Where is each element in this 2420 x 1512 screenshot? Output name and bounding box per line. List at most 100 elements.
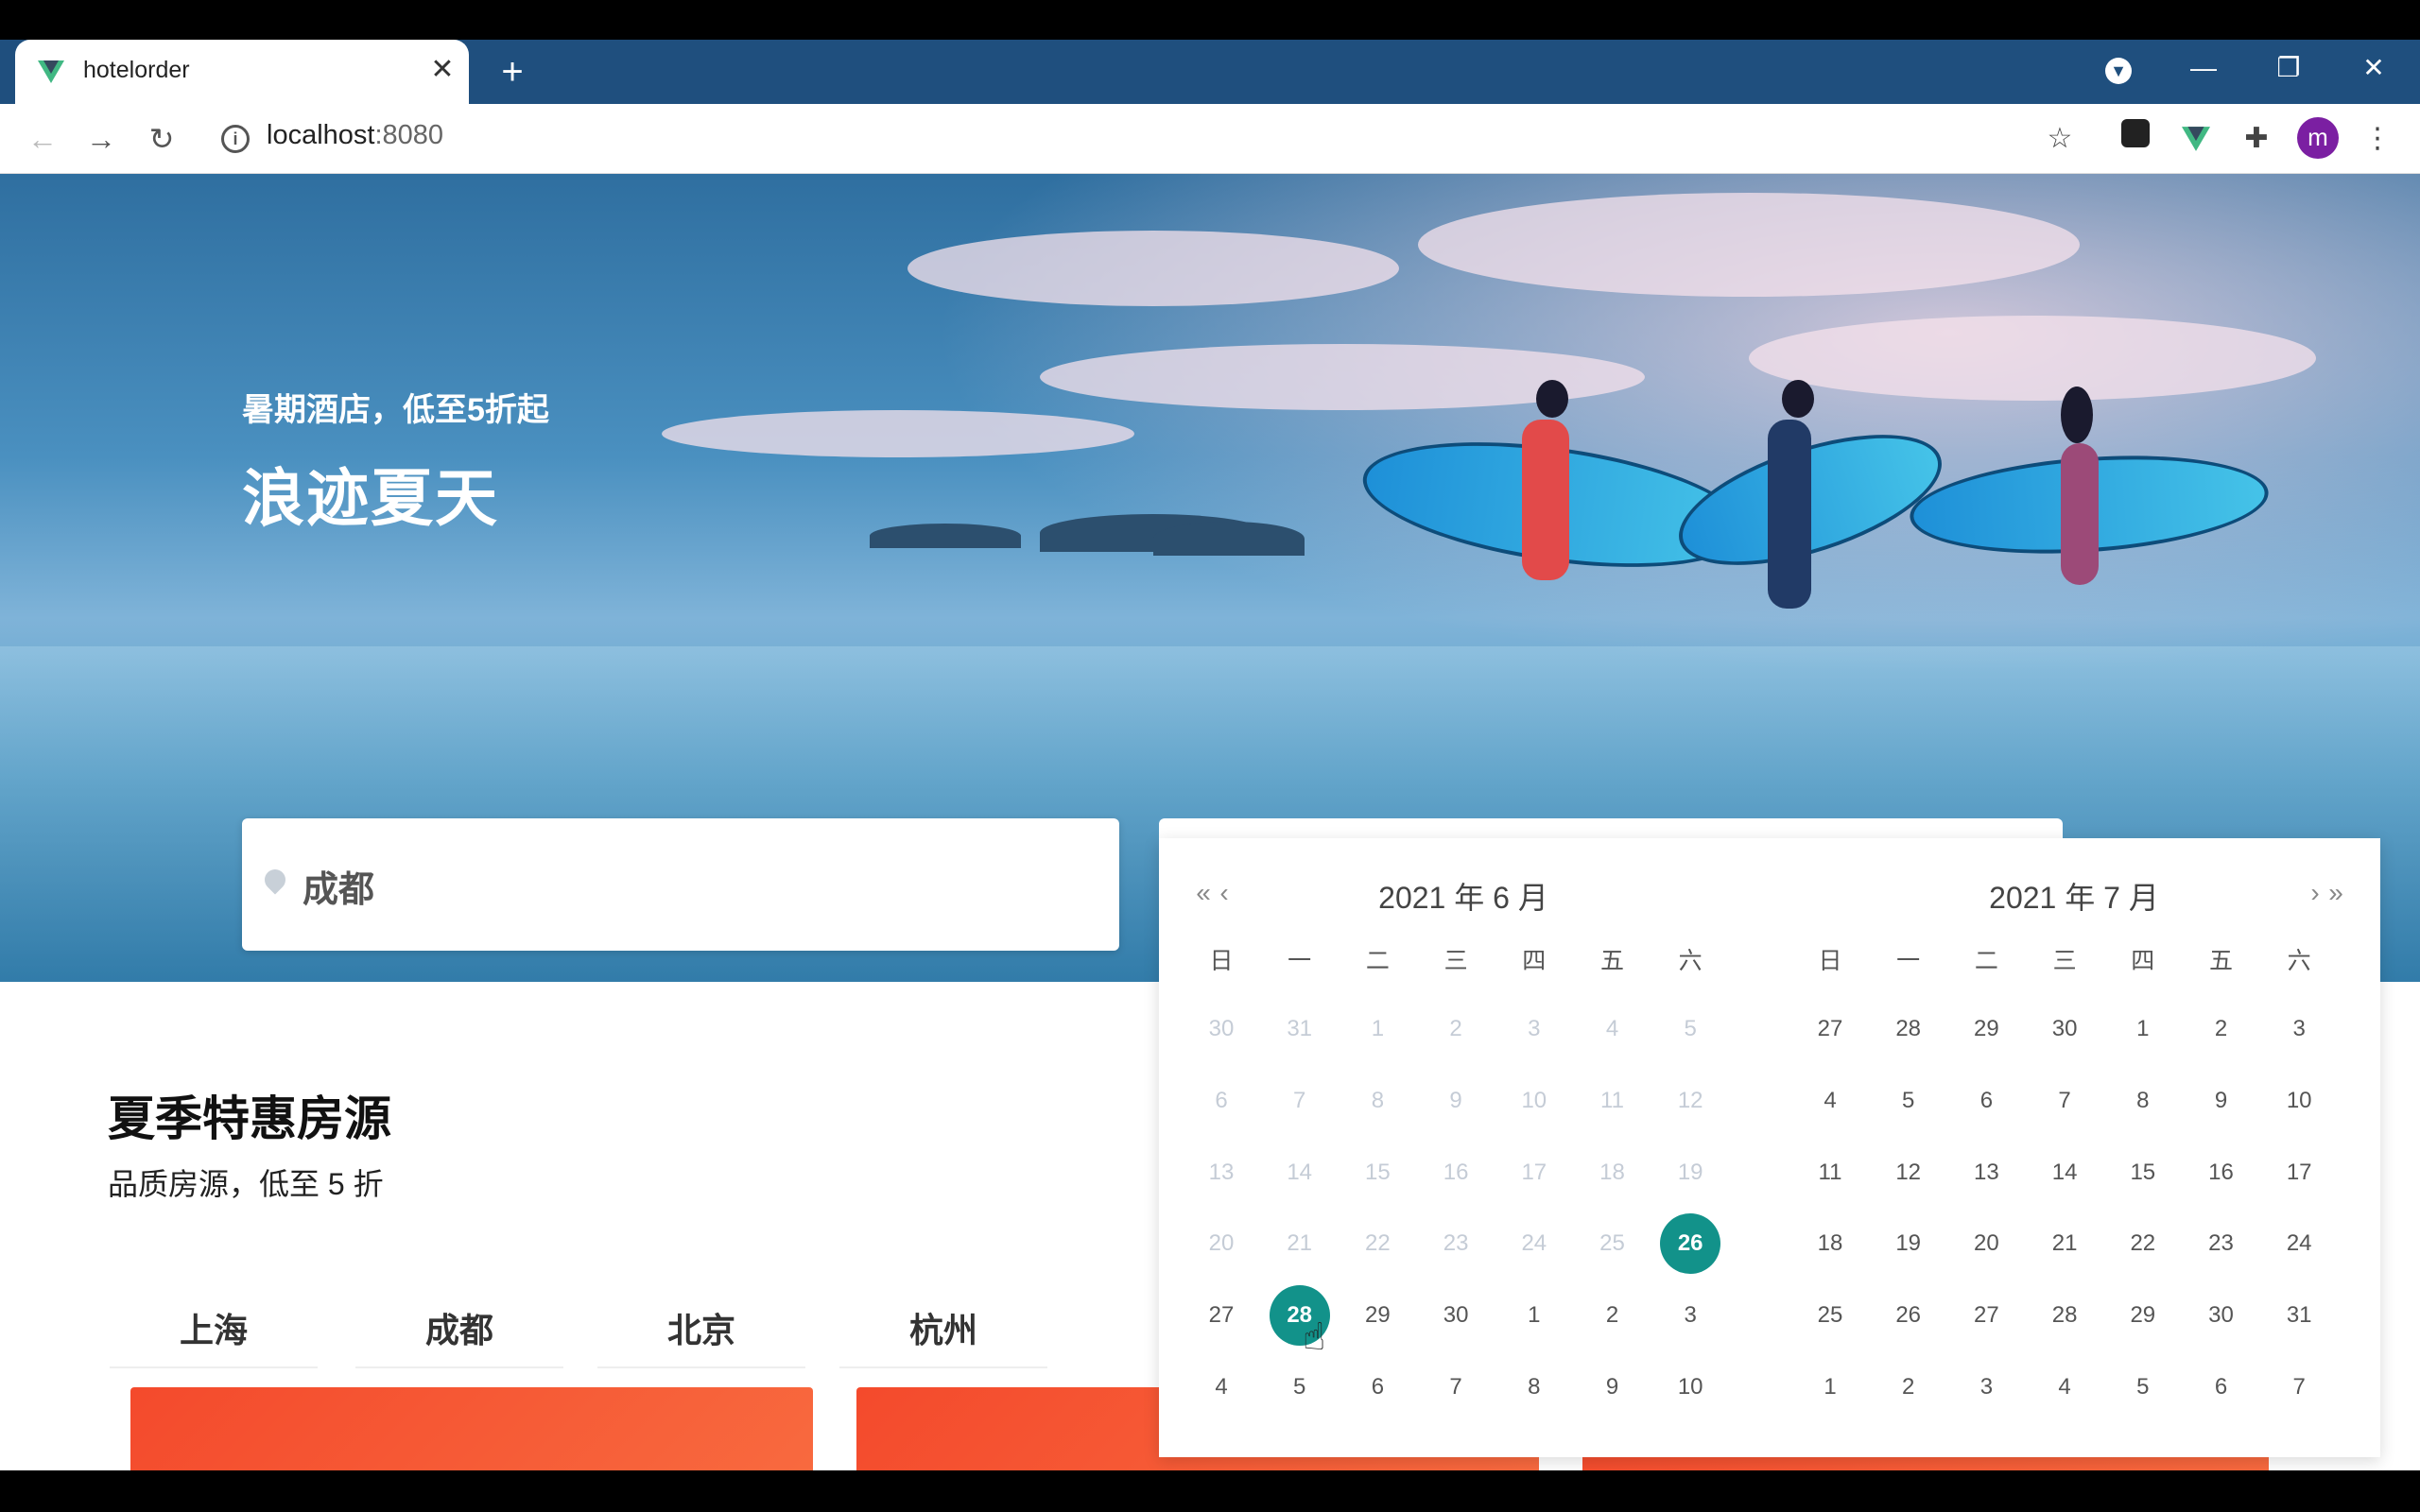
- profile-avatar[interactable]: m: [2297, 117, 2339, 159]
- calendar-day[interactable]: 6: [1347, 1357, 1408, 1418]
- city-tab-shanghai[interactable]: 上海: [110, 1293, 318, 1368]
- back-icon[interactable]: ←: [19, 115, 66, 163]
- url-host: localhost: [267, 120, 375, 150]
- cloud: [1749, 316, 2316, 401]
- calendar-day[interactable]: 17: [2269, 1143, 2329, 1203]
- calendar-day[interactable]: 31: [2269, 1285, 2329, 1346]
- calendar-day[interactable]: 2: [2191, 999, 2252, 1059]
- calendar-day[interactable]: 30: [2034, 999, 2095, 1059]
- weekday-label-june: 日: [1209, 948, 1234, 974]
- calendar-day[interactable]: 4: [1191, 1357, 1252, 1418]
- cloud: [1418, 193, 2080, 297]
- calendar-day[interactable]: 7: [2269, 1357, 2329, 1418]
- calendar-day[interactable]: 6: [2191, 1357, 2252, 1418]
- calendar-day[interactable]: 7: [2034, 1071, 2095, 1131]
- hotel-card[interactable]: [130, 1387, 813, 1470]
- browser-tab[interactable]: hotelorder ✕: [15, 40, 469, 104]
- surfer-head: [1536, 380, 1568, 418]
- calendar-day: 25: [1599, 1230, 1625, 1257]
- calendar-day[interactable]: 4: [1800, 1071, 1860, 1131]
- calendar-day[interactable]: 5: [1270, 1357, 1330, 1418]
- calendar-day[interactable]: 21: [2034, 1213, 2095, 1274]
- calendar-day: 3: [1528, 1016, 1541, 1041]
- site-info-icon[interactable]: i: [221, 125, 250, 153]
- calendar-day[interactable]: 27: [1956, 1285, 2016, 1346]
- calendar-day: 21: [1287, 1230, 1313, 1257]
- reload-icon[interactable]: ↻: [138, 115, 185, 163]
- location-pin-icon: [260, 865, 290, 895]
- calendar-day[interactable]: 27: [1191, 1285, 1252, 1346]
- calendar-day[interactable]: 10: [1660, 1357, 1720, 1418]
- calendar-day[interactable]: 15: [2113, 1143, 2173, 1203]
- calendar-day[interactable]: 25: [1800, 1285, 1860, 1346]
- extension-icon[interactable]: [2114, 117, 2157, 161]
- restore-icon[interactable]: ❐: [2265, 47, 2312, 89]
- calendar-day[interactable]: 27: [1800, 999, 1860, 1059]
- calendar-day[interactable]: 20: [1956, 1213, 2016, 1274]
- calendar-day[interactable]: 24: [2269, 1213, 2329, 1274]
- tab-close-icon[interactable]: ✕: [424, 51, 461, 89]
- calendar-day[interactable]: 29: [1347, 1285, 1408, 1346]
- calendar-day[interactable]: 29: [1956, 999, 2016, 1059]
- tab-search-icon[interactable]: ▼: [2095, 47, 2142, 89]
- calendar-day: 22: [1365, 1230, 1391, 1257]
- calendar-day: 20: [1208, 1230, 1235, 1257]
- calendar-day[interactable]: 5: [2113, 1357, 2173, 1418]
- bookmark-star-icon[interactable]: ☆: [2038, 117, 2082, 161]
- calendar-day[interactable]: 8: [1504, 1357, 1564, 1418]
- calendar-day[interactable]: 30: [1426, 1285, 1486, 1346]
- city-tab-beijing[interactable]: 北京: [597, 1293, 805, 1368]
- calendar-day[interactable]: 1: [1504, 1285, 1564, 1346]
- surfer: [2061, 443, 2099, 585]
- calendar-day: 1: [1371, 1016, 1385, 1041]
- calendar-day[interactable]: 5: [1878, 1071, 1939, 1131]
- calendar-day[interactable]: 4: [2034, 1357, 2095, 1418]
- calendar-day[interactable]: 7: [1426, 1357, 1486, 1418]
- prev-month-icon[interactable]: ‹: [1210, 874, 1238, 912]
- extensions-puzzle-icon[interactable]: ✚: [2235, 117, 2278, 161]
- forward-icon[interactable]: →: [78, 115, 125, 163]
- calendar-day[interactable]: 3: [1956, 1357, 2016, 1418]
- new-tab-button[interactable]: +: [492, 51, 533, 93]
- calendar-day[interactable]: 26: [1878, 1285, 1939, 1346]
- calendar-day[interactable]: 29: [2113, 1285, 2173, 1346]
- calendar-day[interactable]: 16: [2191, 1143, 2252, 1203]
- calendar-day[interactable]: 3: [1660, 1285, 1720, 1346]
- url-field[interactable]: localhost:8080: [267, 120, 443, 151]
- calendar-day[interactable]: 2: [1878, 1357, 1939, 1418]
- calendar-day[interactable]: 19: [1878, 1213, 1939, 1274]
- calendar-day[interactable]: 6: [1956, 1071, 2016, 1131]
- calendar-day[interactable]: 9: [2191, 1071, 2252, 1131]
- menu-kebab-icon[interactable]: ⋮: [2356, 117, 2399, 161]
- calendar-day[interactable]: 1: [2113, 999, 2173, 1059]
- calendar-day[interactable]: 23: [2191, 1213, 2252, 1274]
- window-close-icon[interactable]: ✕: [2350, 47, 2397, 89]
- island: [1153, 522, 1305, 556]
- calendar-day[interactable]: 13: [1956, 1143, 2016, 1203]
- minimize-icon[interactable]: —: [2180, 47, 2227, 89]
- city-tab-hangzhou[interactable]: 杭州: [839, 1293, 1047, 1368]
- calendar-day[interactable]: 11: [1800, 1143, 1860, 1203]
- calendar-day[interactable]: 18: [1800, 1213, 1860, 1274]
- calendar-day[interactable]: 10: [2269, 1071, 2329, 1131]
- weekday-label-june: 四: [1522, 948, 1547, 974]
- calendar-day[interactable]: 3: [2269, 999, 2329, 1059]
- calendar-day: 12: [1677, 1087, 1703, 1113]
- calendar-day[interactable]: 28: [2034, 1285, 2095, 1346]
- city-tab-chengdu[interactable]: 成都: [355, 1293, 563, 1368]
- calendar-day[interactable]: 22: [2113, 1213, 2173, 1274]
- right-month-title: 2021 年 7 月: [1989, 881, 2159, 915]
- destination-search[interactable]: 成都: [242, 818, 1119, 951]
- calendar-day[interactable]: 8: [2113, 1071, 2173, 1131]
- calendar-day: 7: [1293, 1087, 1306, 1113]
- calendar-day[interactable]: 14: [2034, 1143, 2095, 1203]
- calendar-day-selected[interactable]: 26: [1660, 1213, 1721, 1275]
- calendar-day[interactable]: 2: [1582, 1285, 1643, 1346]
- calendar-day[interactable]: 28: [1878, 999, 1939, 1059]
- calendar-day[interactable]: 30: [2191, 1285, 2252, 1346]
- vue-devtools-icon[interactable]: [2174, 117, 2218, 161]
- calendar-day[interactable]: 12: [1878, 1143, 1939, 1203]
- next-year-icon[interactable]: »: [2322, 874, 2350, 912]
- calendar-day[interactable]: 1: [1800, 1357, 1860, 1418]
- calendar-day[interactable]: 9: [1582, 1357, 1643, 1418]
